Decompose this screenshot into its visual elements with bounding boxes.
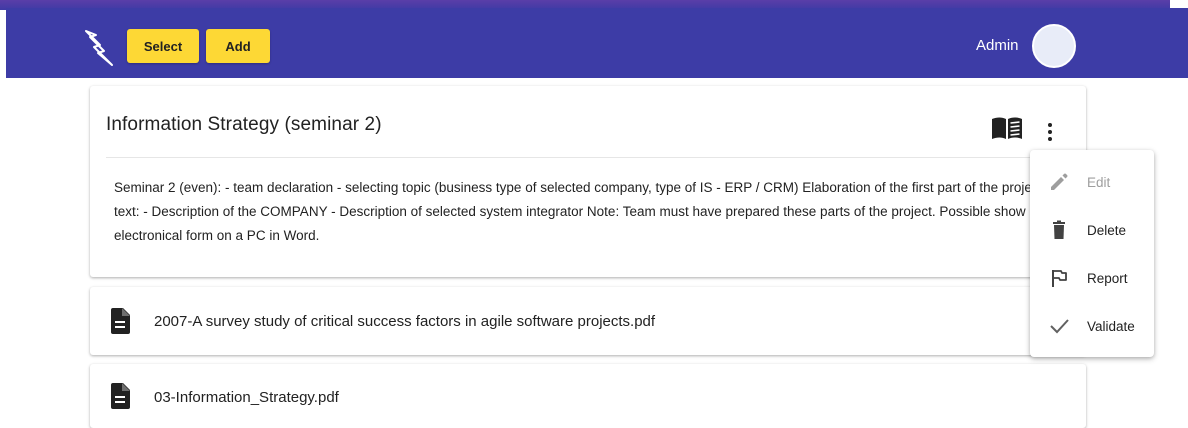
context-menu: Edit Delete Report Validate xyxy=(1030,150,1154,357)
file-item[interactable]: 03-Information_Strategy.pdf xyxy=(90,364,1086,428)
file-name[interactable]: 03-Information_Strategy.pdf xyxy=(154,389,339,406)
select-button[interactable]: Select xyxy=(127,29,199,63)
card-divider xyxy=(106,157,1086,158)
file-document-icon xyxy=(111,383,130,409)
trash-icon xyxy=(1053,220,1065,239)
menu-item-delete[interactable]: Delete xyxy=(1030,206,1154,254)
file-name[interactable]: 2007-A survey study of critical success … xyxy=(154,313,655,330)
menu-item-edit[interactable]: Edit xyxy=(1030,158,1154,206)
more-vert-icon[interactable] xyxy=(1038,120,1062,144)
file-document-icon xyxy=(111,308,130,334)
lightning-icon[interactable] xyxy=(78,25,122,69)
file-item[interactable]: 2007-A survey study of critical success … xyxy=(90,287,1086,355)
card-description: Seminar 2 (even): - team declaration - s… xyxy=(114,180,1043,243)
card-title: Information Strategy (seminar 2) xyxy=(106,114,382,135)
menu-item-report[interactable]: Report xyxy=(1030,254,1154,302)
add-button[interactable]: Add xyxy=(206,29,270,63)
avatar[interactable] xyxy=(1032,24,1076,68)
book-open-icon[interactable] xyxy=(991,116,1023,140)
menu-item-label: Delete xyxy=(1087,222,1127,238)
user-name: Admin xyxy=(976,37,1019,54)
flag-icon xyxy=(1052,270,1067,287)
app-bar: Select Add Admin xyxy=(6,8,1188,78)
pencil-icon xyxy=(1051,173,1068,190)
menu-item-label: Report xyxy=(1087,270,1128,286)
menu-item-validate[interactable]: Validate xyxy=(1030,302,1154,350)
seminar-card: Information Strategy (seminar 2) Seminar… xyxy=(90,86,1086,277)
menu-item-label: Validate xyxy=(1087,318,1135,334)
check-icon xyxy=(1050,319,1069,334)
menu-item-label: Edit xyxy=(1087,174,1111,190)
